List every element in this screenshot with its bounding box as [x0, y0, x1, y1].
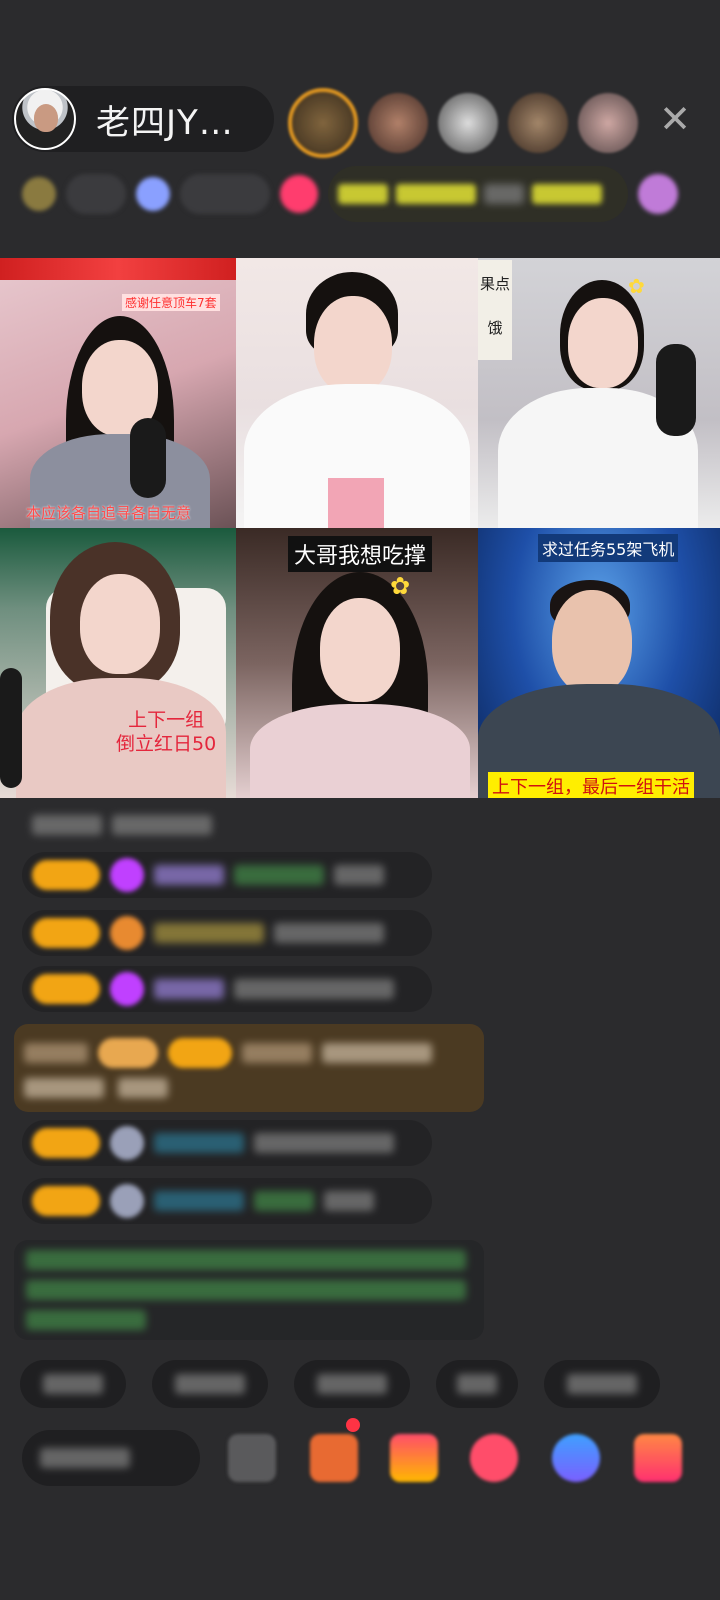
gift-icon[interactable]: [390, 1434, 438, 1482]
rank-icon[interactable]: [22, 177, 56, 211]
rank-chip[interactable]: [66, 174, 126, 214]
quick-reply-tag[interactable]: [20, 1360, 126, 1408]
hot-chip[interactable]: [180, 174, 270, 214]
video-caption: 感谢任意顶车7套: [122, 294, 220, 311]
chat-message: [22, 852, 432, 898]
user-icon: [110, 1126, 144, 1160]
room-info-row: [22, 166, 692, 222]
chat-message: [22, 966, 432, 1012]
level-badge: [32, 1128, 100, 1158]
video-caption: 上下一组，最后一组干活: [488, 772, 694, 798]
notification-dot: [346, 1418, 360, 1432]
video-banner: 求过任务55架飞机: [538, 534, 679, 562]
gem-icon: [110, 972, 144, 1006]
more-apps-icon[interactable]: [634, 1434, 682, 1482]
level-badge: [32, 1186, 100, 1216]
level-badge: [32, 860, 100, 890]
video-caption: 本应该各自追寻各自无意: [26, 504, 192, 522]
video-tile-1[interactable]: 感谢任意顶车7套 本应该各自追寻各自无意: [0, 258, 236, 528]
viewer-avatar[interactable]: [288, 88, 358, 158]
host-name: 老四JY…: [96, 102, 234, 143]
quick-reply-tags: [20, 1360, 660, 1408]
host-avatar[interactable]: [14, 88, 76, 150]
viewer-avatar[interactable]: [368, 93, 428, 153]
inner-top: [328, 478, 384, 528]
viewer-avatar[interactable]: [578, 93, 638, 153]
gem-icon: [110, 858, 144, 892]
video-tile-6[interactable]: 求过任务55架飞机 上下一组，最后一组干活: [478, 528, 720, 798]
video-tile-4[interactable]: 上下一组 倒立红日50: [0, 528, 236, 798]
chat-message: [22, 802, 484, 848]
quick-reply-tag[interactable]: [436, 1360, 518, 1408]
host-info-pill[interactable]: 老四JY…: [12, 86, 274, 152]
quick-reply-tag[interactable]: [294, 1360, 410, 1408]
flower-icon: ✿: [628, 276, 645, 298]
system-notice: [14, 1240, 484, 1340]
video-caption: 上下一组 倒立红日50: [116, 709, 217, 755]
follow-icon[interactable]: [280, 175, 318, 213]
gift-box-icon[interactable]: [310, 1434, 358, 1482]
flower-icon: ✿: [390, 573, 411, 600]
hot-icon[interactable]: [136, 177, 170, 211]
quick-reply-tag[interactable]: [152, 1360, 268, 1408]
video-corner-label: 果点 饿: [478, 260, 512, 360]
viewer-avatar[interactable]: [438, 93, 498, 153]
level-badge: [32, 918, 100, 948]
top-viewers-list: [288, 88, 638, 158]
video-banner: 大哥我想吃撑: [288, 536, 433, 572]
comment-input[interactable]: [22, 1430, 200, 1486]
viewer-avatar[interactable]: [508, 93, 568, 153]
video-tile-2[interactable]: [236, 258, 478, 528]
multi-guest-video-grid: 感谢任意顶车7套 本应该各自追寻各自无意 果点 饿 ✿ 上下一组 倒立红日50 …: [0, 258, 720, 798]
chat-message: [22, 910, 432, 956]
chat-message: [22, 1178, 432, 1224]
video-tile-5[interactable]: 大哥我想吃撑 ✿: [236, 528, 478, 798]
fan-icon: [110, 916, 144, 950]
video-tile-3[interactable]: 果点 饿 ✿: [478, 258, 720, 528]
user-icon: [110, 1184, 144, 1218]
level-badge: [32, 974, 100, 1004]
quick-reply-tag[interactable]: [544, 1360, 660, 1408]
close-icon[interactable]: ✕: [655, 100, 695, 140]
emoji-icon[interactable]: [228, 1434, 276, 1482]
chat-message: [22, 1120, 432, 1166]
share-icon[interactable]: [552, 1434, 600, 1482]
more-icon[interactable]: [638, 174, 678, 214]
chat-bubble-icon[interactable]: [470, 1434, 518, 1482]
activity-banner[interactable]: [328, 166, 628, 222]
lantern-decoration: [0, 258, 236, 280]
gift-message: [14, 1024, 484, 1112]
